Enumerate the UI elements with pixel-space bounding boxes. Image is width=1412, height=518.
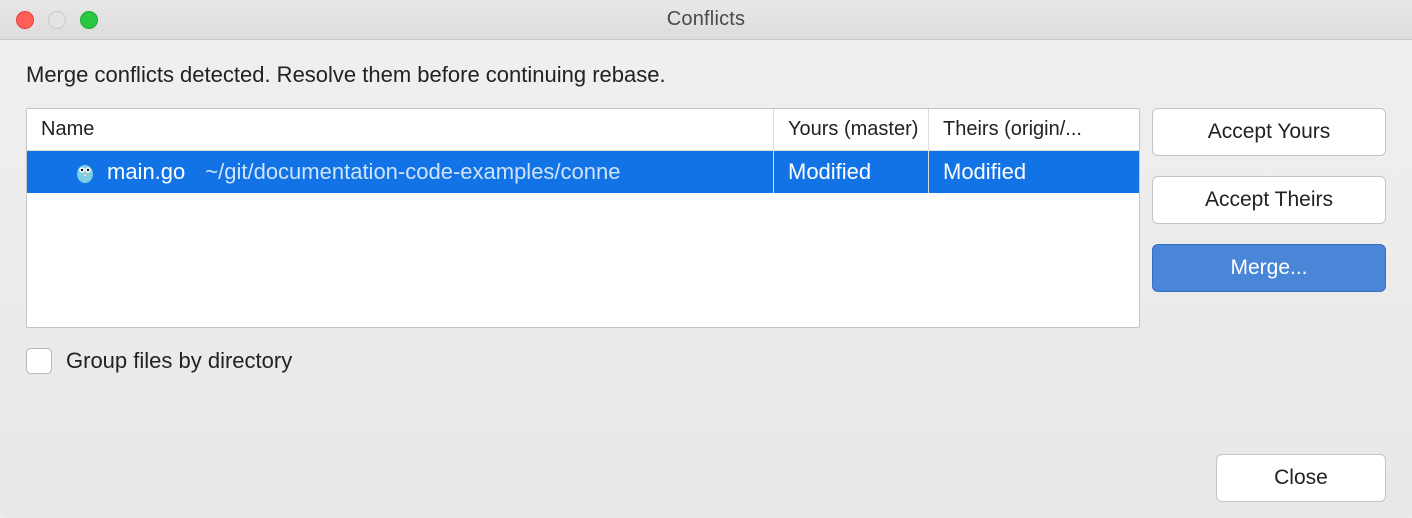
close-button[interactable]: Close: [1216, 454, 1386, 502]
header-theirs[interactable]: Theirs (origin/...: [928, 109, 1139, 150]
table-header: Name Yours (master) Theirs (origin/...: [27, 109, 1139, 151]
group-by-directory-label: Group files by directory: [66, 348, 292, 374]
titlebar: Conflicts: [0, 0, 1412, 40]
header-yours[interactable]: Yours (master): [773, 109, 928, 150]
go-file-icon: [73, 160, 97, 184]
group-by-directory-checkbox[interactable]: [26, 348, 52, 374]
conflicts-dialog: Conflicts Merge conflicts detected. Reso…: [0, 0, 1412, 518]
accept-yours-button[interactable]: Accept Yours: [1152, 108, 1386, 156]
close-window-icon[interactable]: [16, 11, 34, 29]
traffic-lights: [16, 11, 98, 29]
window-title: Conflicts: [0, 8, 1412, 31]
minimize-window-icon: [48, 11, 66, 29]
zoom-window-icon[interactable]: [80, 11, 98, 29]
conflicts-table: Name Yours (master) Theirs (origin/...: [26, 108, 1140, 328]
action-buttons: Accept Yours Accept Theirs Merge...: [1152, 108, 1386, 292]
yours-status: Modified: [773, 151, 928, 193]
table-row[interactable]: main.go ~/git/documentation-code-example…: [27, 151, 1139, 193]
file-name: main.go: [107, 159, 185, 185]
merge-button[interactable]: Merge...: [1152, 244, 1386, 292]
file-path: ~/git/documentation-code-examples/conne: [205, 159, 620, 185]
theirs-status: Modified: [928, 151, 1139, 193]
header-name[interactable]: Name: [27, 109, 773, 150]
dialog-message: Merge conflicts detected. Resolve them b…: [26, 62, 1386, 88]
accept-theirs-button[interactable]: Accept Theirs: [1152, 176, 1386, 224]
